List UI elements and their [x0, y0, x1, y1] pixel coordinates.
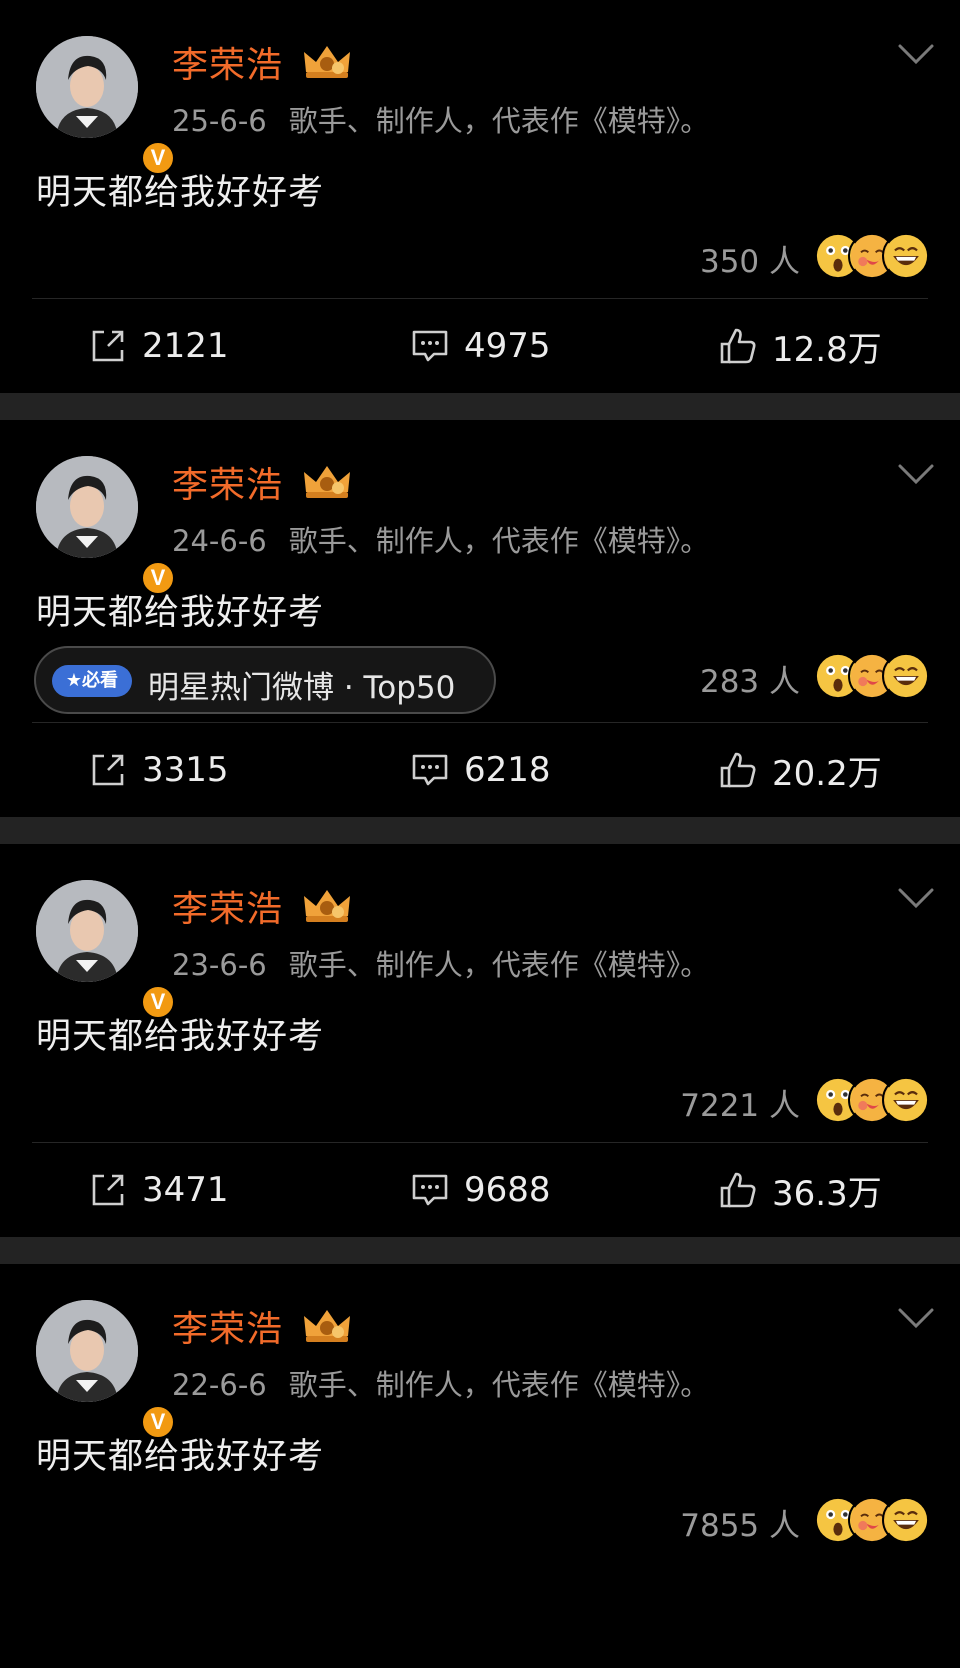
repost-button[interactable]: 3471 — [88, 1165, 229, 1215]
repost-count: 3315 — [142, 750, 229, 790]
repost-count: 2121 — [142, 326, 229, 366]
crown-icon — [304, 466, 350, 498]
post-separator — [0, 393, 960, 420]
comment-count: 4975 — [464, 326, 551, 366]
action-bar: 3315 6218 20.2万 — [0, 723, 960, 817]
username[interactable]: 李荣浩 — [172, 36, 283, 88]
like-button[interactable]: 36.3万 — [718, 1165, 882, 1215]
chevron-down-icon[interactable] — [896, 884, 936, 912]
verified-badge-icon: V — [140, 1404, 176, 1440]
laugh-emoji-icon — [882, 1076, 930, 1124]
repost-icon — [92, 330, 124, 362]
post-meta: 23-6-6 歌手、制作人，代表作《模特》。 — [172, 942, 709, 984]
username[interactable]: 李荣浩 — [172, 456, 283, 508]
post-date[interactable]: 25-6-6 — [172, 104, 267, 138]
post-separator — [0, 1237, 960, 1264]
crown-icon — [304, 1310, 350, 1342]
like-icon — [720, 752, 756, 788]
must-see-badge: ★必看 — [52, 665, 132, 697]
avatar-photo — [36, 456, 138, 558]
avatar[interactable]: V — [36, 1300, 176, 1440]
laugh-emoji-icon — [882, 232, 930, 280]
reaction-summary[interactable]: ★必看 明星热门微博 · Top50 283 人 — [0, 642, 960, 718]
post-meta: 25-6-6 歌手、制作人，代表作《模特》。 — [172, 98, 709, 140]
weibo-feed: V 李荣浩 25-6-6 歌手、制作人，代表作《模特》。 明天都给我好好考 350… — [0, 0, 960, 1562]
repost-icon — [92, 1174, 124, 1206]
reaction-emojis — [814, 1496, 932, 1546]
author-bio: 歌手、制作人，代表作《模特》。 — [288, 1368, 710, 1402]
avatar-photo — [36, 36, 138, 138]
like-count: 20.2万 — [772, 753, 882, 794]
comment-button[interactable]: 9688 — [410, 1165, 551, 1215]
post-header: V 李荣浩 24-6-6 歌手、制作人，代表作《模特》。 — [0, 420, 960, 596]
avatar-photo — [36, 880, 138, 982]
comment-icon — [412, 330, 448, 362]
like-button[interactable]: 20.2万 — [718, 745, 882, 795]
laugh-emoji-icon — [882, 1496, 930, 1544]
author-bio: 歌手、制作人，代表作《模特》。 — [288, 524, 710, 558]
post-meta: 22-6-6 歌手、制作人，代表作《模特》。 — [172, 1362, 709, 1404]
comment-button[interactable]: 6218 — [410, 745, 551, 795]
reaction-summary[interactable]: 350 人 — [0, 222, 960, 298]
verified-badge-icon: V — [140, 560, 176, 596]
comment-count: 9688 — [464, 1170, 551, 1210]
reaction-emojis — [814, 232, 932, 282]
username[interactable]: 李荣浩 — [172, 1300, 283, 1352]
action-bar: 3471 9688 36.3万 — [0, 1143, 960, 1237]
hot-weibo-label: 明星热门微博 · Top50 — [148, 670, 456, 706]
chevron-down-icon[interactable] — [896, 460, 936, 488]
reaction-count: 7221 人 — [680, 1088, 800, 1124]
username[interactable]: 李荣浩 — [172, 880, 283, 932]
hot-weibo-tag[interactable]: ★必看 明星热门微博 · Top50 — [34, 646, 496, 714]
post-card[interactable]: V 李荣浩 23-6-6 歌手、制作人，代表作《模特》。 明天都给我好好考 722… — [0, 844, 960, 1237]
chevron-down-icon[interactable] — [896, 40, 936, 68]
avatar[interactable]: V — [36, 36, 176, 176]
like-button[interactable]: 12.8万 — [718, 321, 882, 371]
reaction-emojis — [814, 1076, 932, 1126]
reaction-count: 283 人 — [699, 664, 800, 700]
reaction-summary[interactable]: 7221 人 — [0, 1066, 960, 1142]
comment-icon — [412, 1174, 448, 1206]
like-icon — [720, 1172, 756, 1208]
post-header: V 李荣浩 22-6-6 歌手、制作人，代表作《模特》。 — [0, 1264, 960, 1440]
author-bio: 歌手、制作人，代表作《模特》。 — [288, 948, 710, 982]
reaction-count: 350 人 — [699, 244, 800, 280]
verified-badge-icon: V — [140, 140, 176, 176]
post-meta: 24-6-6 歌手、制作人，代表作《模特》。 — [172, 518, 709, 560]
post-date[interactable]: 22-6-6 — [172, 1368, 267, 1402]
avatar[interactable]: V — [36, 456, 176, 596]
chevron-down-icon[interactable] — [896, 1304, 936, 1332]
like-count: 12.8万 — [772, 329, 882, 370]
post-header: V 李荣浩 23-6-6 歌手、制作人，代表作《模特》。 — [0, 844, 960, 1020]
avatar-photo — [36, 1300, 138, 1402]
action-bar: 2121 4975 12.8万 — [0, 299, 960, 393]
post-separator — [0, 817, 960, 844]
verified-badge-icon: V — [140, 984, 176, 1020]
reaction-count: 7855 人 — [680, 1508, 800, 1544]
avatar[interactable]: V — [36, 880, 176, 1020]
reaction-emojis — [814, 652, 932, 702]
repost-button[interactable]: 3315 — [88, 745, 229, 795]
post-date[interactable]: 23-6-6 — [172, 948, 267, 982]
like-count: 36.3万 — [772, 1173, 882, 1214]
laugh-emoji-icon — [882, 652, 930, 700]
reaction-summary[interactable]: 7855 人 — [0, 1486, 960, 1562]
comment-button[interactable]: 4975 — [410, 321, 551, 371]
post-date[interactable]: 24-6-6 — [172, 524, 267, 558]
comment-count: 6218 — [464, 750, 551, 790]
repost-icon — [92, 754, 124, 786]
comment-icon — [412, 754, 448, 786]
post-card[interactable]: V 李荣浩 25-6-6 歌手、制作人，代表作《模特》。 明天都给我好好考 350… — [0, 0, 960, 393]
crown-icon — [304, 46, 350, 78]
repost-count: 3471 — [142, 1170, 229, 1210]
author-bio: 歌手、制作人，代表作《模特》。 — [288, 104, 710, 138]
post-card[interactable]: V 李荣浩 24-6-6 歌手、制作人，代表作《模特》。 明天都给我好好考 ★必看… — [0, 420, 960, 817]
like-icon — [720, 328, 756, 364]
post-header: V 李荣浩 25-6-6 歌手、制作人，代表作《模特》。 — [0, 0, 960, 176]
repost-button[interactable]: 2121 — [88, 321, 229, 371]
post-card[interactable]: V 李荣浩 22-6-6 歌手、制作人，代表作《模特》。 明天都给我好好考 785… — [0, 1264, 960, 1562]
crown-icon — [304, 890, 350, 922]
